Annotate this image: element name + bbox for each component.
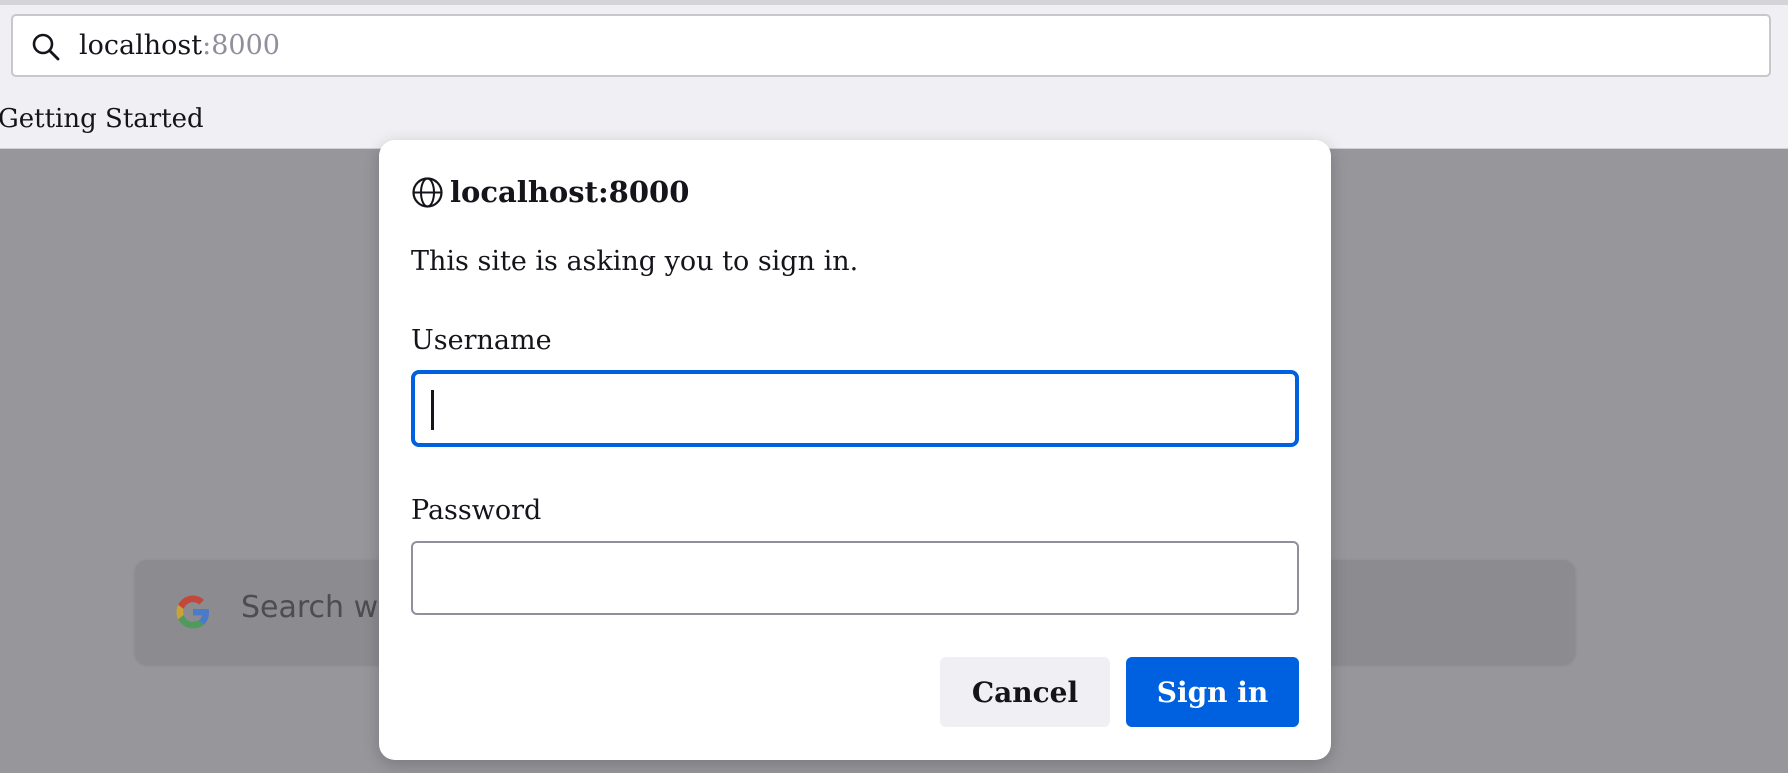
dialog-title: localhost:8000 (450, 175, 690, 209)
page-search-placeholder: Search w (241, 590, 379, 625)
dialog-message: This site is asking you to sign in. (411, 246, 859, 277)
globe-icon (412, 176, 443, 208)
password-label: Password (411, 495, 542, 526)
text-caret (431, 390, 434, 430)
url-host: localhost (79, 30, 203, 61)
bookmark-getting-started[interactable]: Getting Started (0, 104, 204, 134)
username-label: Username (411, 325, 552, 356)
browser-toolbar: localhost:8000 Getting Started (0, 0, 1788, 149)
auth-dialog: localhost:8000 This site is asking you t… (379, 140, 1331, 760)
password-field[interactable] (411, 541, 1299, 615)
address-bar-url: localhost:8000 (79, 31, 280, 61)
username-field[interactable] (411, 370, 1299, 447)
address-bar[interactable]: localhost:8000 (11, 14, 1771, 77)
cancel-button[interactable]: Cancel (940, 657, 1110, 727)
search-icon (32, 33, 60, 61)
sign-in-button[interactable]: Sign in (1126, 657, 1299, 727)
dialog-header: localhost:8000 (411, 172, 689, 212)
url-port: :8000 (202, 30, 280, 61)
google-icon (176, 595, 209, 629)
